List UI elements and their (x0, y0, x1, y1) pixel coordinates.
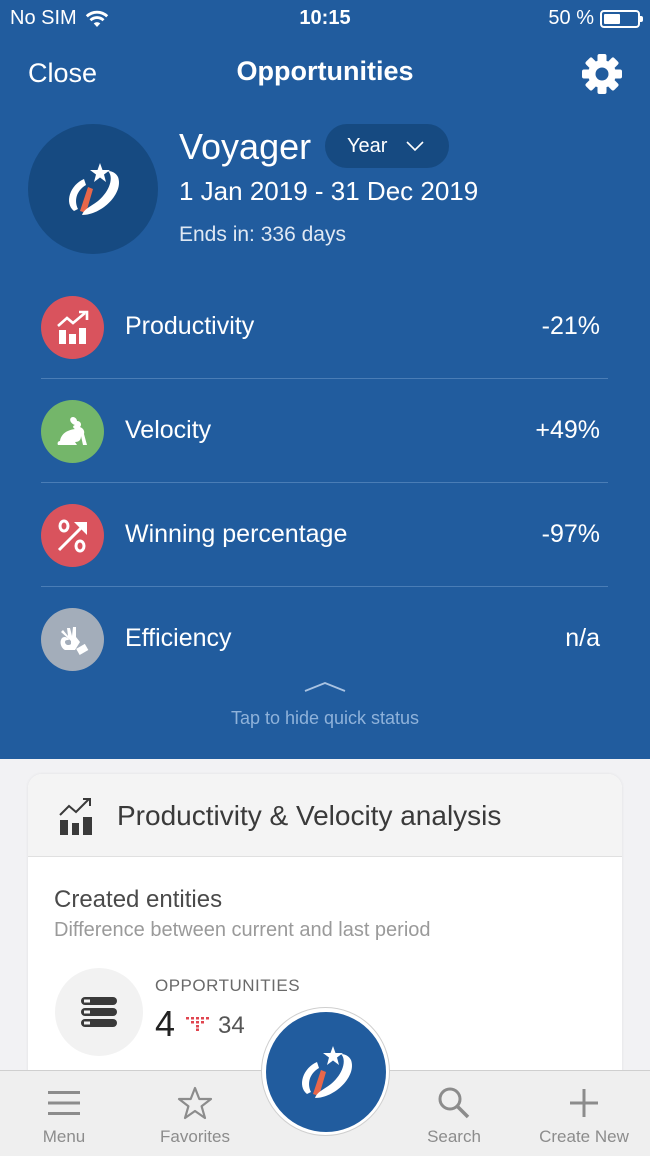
metrics-list: Productivity -21% Velocity +49% Winning … (41, 275, 608, 691)
percent-up-icon (57, 519, 87, 552)
star-icon (177, 1086, 213, 1120)
period-selector[interactable]: Year (325, 124, 449, 168)
hide-quick-status-label: Tap to hide quick status (230, 708, 420, 728)
section-subtitle: Difference between current and last peri… (54, 919, 431, 941)
chart-growth-icon (56, 310, 88, 344)
date-range: 1 Jan 2019 - 31 Dec 2019 (179, 176, 479, 206)
metric-productivity[interactable]: Productivity -21% (41, 275, 608, 379)
page-title: Opportunities (236, 56, 414, 86)
section-title: Created entities (54, 886, 223, 913)
metric-value: +49% (535, 416, 600, 444)
entity-name: Voyager (179, 126, 312, 167)
home-logo-button[interactable] (261, 1007, 390, 1136)
entity-icon-badge (55, 968, 143, 1056)
tab-label: Search (427, 1127, 481, 1146)
hide-quick-status-button[interactable]: Tap to hide quick status (0, 680, 650, 729)
tab-search[interactable]: Search (394, 1085, 514, 1147)
tab-menu[interactable]: Menu (4, 1085, 124, 1147)
quick-status-panel: No SIM 10:15 50 % Close Opportunities Vo… (0, 0, 650, 759)
metric-icon-badge (41, 296, 104, 359)
metric-label: Productivity (125, 312, 255, 340)
chevron-down-icon (406, 141, 424, 152)
metric-value: -21% (541, 312, 600, 340)
metric-icon-badge (41, 608, 104, 671)
chart-growth-icon (59, 798, 92, 835)
rabbit-icon (57, 416, 87, 445)
search-icon (438, 1087, 470, 1119)
tab-create-new[interactable]: Create New (524, 1085, 644, 1147)
entity-previous-value: 34 (218, 1012, 245, 1039)
metric-winning-percentage[interactable]: Winning percentage -97% (41, 483, 608, 587)
chevron-up-icon (304, 682, 346, 692)
app-logo-icon (301, 1045, 352, 1098)
analysis-card-header[interactable]: Productivity & Velocity analysis (28, 774, 622, 857)
settings-button[interactable] (580, 52, 624, 96)
tab-label: Menu (42, 1127, 86, 1146)
tab-label: Create New (539, 1127, 629, 1146)
ends-in-label: Ends in: 336 days (179, 223, 346, 246)
trend-down-icon (186, 1017, 209, 1031)
card-title: Productivity & Velocity analysis (117, 800, 502, 831)
ok-hand-icon (60, 626, 88, 655)
battery-icon (600, 9, 643, 28)
entity-current-value: 4 (155, 1003, 176, 1044)
metric-label: Winning percentage (125, 520, 348, 548)
status-bar: No SIM 10:15 50 % (0, 0, 650, 36)
gear-icon (582, 54, 622, 94)
metric-label: Efficiency (125, 624, 232, 652)
metric-icon-badge (41, 504, 104, 567)
metric-efficiency[interactable]: Efficiency n/a (41, 587, 608, 691)
tab-label: Favorites (160, 1127, 230, 1146)
avatar (28, 124, 158, 254)
plus-icon (570, 1089, 598, 1117)
hamburger-icon (48, 1091, 80, 1115)
metric-icon-badge (41, 400, 104, 463)
nav-bar: Close Opportunities (0, 48, 650, 98)
metric-velocity[interactable]: Velocity +49% (41, 379, 608, 483)
database-list-icon (81, 997, 117, 1027)
app-logo-icon (69, 163, 120, 215)
metric-value: n/a (565, 624, 600, 652)
entity-header: Voyager Year 1 Jan 2019 - 31 Dec 2019 En… (28, 124, 628, 256)
tab-favorites[interactable]: Favorites (135, 1085, 255, 1147)
close-button[interactable]: Close (28, 58, 97, 89)
metric-label: Velocity (125, 416, 212, 444)
metric-value: -97% (541, 520, 600, 548)
period-selector-value: Year (347, 134, 388, 157)
entity-label: OPPORTUNITIES (155, 976, 301, 995)
battery-percent: 50 % (548, 7, 594, 29)
